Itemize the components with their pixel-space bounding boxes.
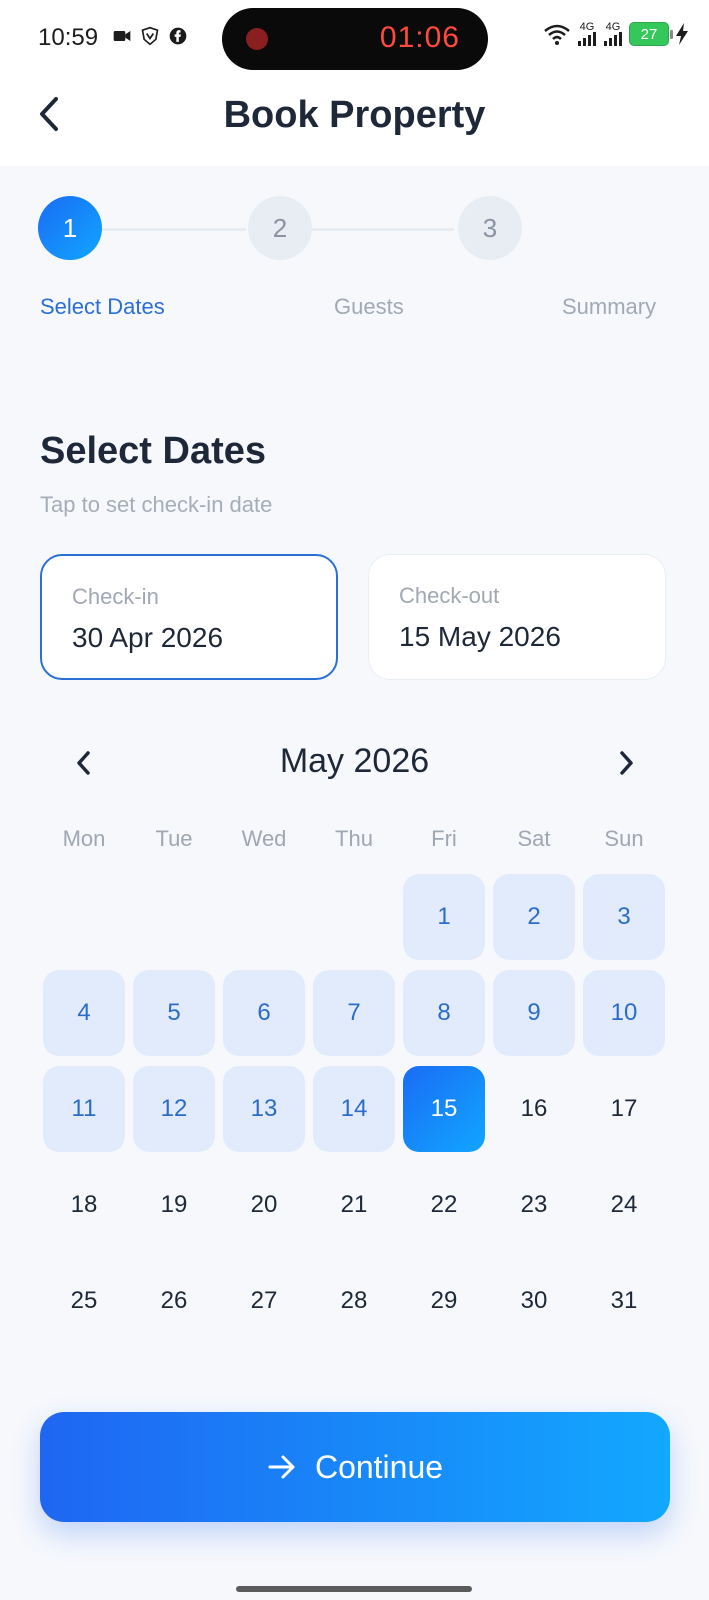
- calendar-day-11[interactable]: 11: [43, 1066, 125, 1152]
- chevron-right-icon: [620, 751, 633, 775]
- weekday-sat: Sat: [517, 826, 551, 851]
- status-time: 10:59: [38, 24, 99, 51]
- calendar-day-31[interactable]: 31: [583, 1258, 665, 1344]
- home-indicator: [236, 1586, 472, 1592]
- section-title: Select Dates: [40, 430, 267, 472]
- checkout-card[interactable]: Check-out 15 May 2026: [368, 554, 666, 680]
- calendar-day-25[interactable]: 25: [43, 1258, 125, 1344]
- step-2-number: 2: [272, 212, 288, 243]
- network-label-1: 4G: [579, 21, 595, 33]
- calendar-day-6[interactable]: 6: [223, 970, 305, 1056]
- calendar-day-18[interactable]: 18: [43, 1162, 125, 1248]
- calendar-day-23[interactable]: 23: [493, 1162, 575, 1248]
- step-connector-1: [102, 228, 246, 231]
- weekday-sun: Sun: [604, 826, 644, 851]
- calendar-day-27[interactable]: 27: [223, 1258, 305, 1344]
- calendar-day-24[interactable]: 24: [583, 1162, 665, 1248]
- calendar-day-15[interactable]: 15: [403, 1066, 485, 1152]
- calendar-day-16[interactable]: 16: [493, 1066, 575, 1152]
- calendar-day-21[interactable]: 21: [313, 1162, 395, 1248]
- record-dot-icon: [246, 28, 268, 50]
- weekday-thu: Thu: [335, 826, 373, 851]
- calendar-day-9[interactable]: 9: [493, 970, 575, 1056]
- checkin-label: Check-in: [72, 584, 159, 609]
- step-3-circle[interactable]: 3: [458, 196, 522, 260]
- calendar-day-22[interactable]: 22: [403, 1162, 485, 1248]
- weekday-tue: Tue: [155, 826, 193, 851]
- calendar-day-10[interactable]: 10: [583, 970, 665, 1056]
- step-1-number: 1: [62, 212, 78, 243]
- continue-button[interactable]: Continue: [40, 1412, 670, 1522]
- status-notification-icons: [112, 26, 188, 46]
- battery-level: 27: [640, 25, 658, 43]
- recording-timer: 01:06: [379, 21, 460, 54]
- next-month-button[interactable]: [606, 738, 646, 788]
- checkin-card[interactable]: Check-in 30 Apr 2026: [40, 554, 338, 680]
- calendar-day-13[interactable]: 13: [223, 1066, 305, 1152]
- calendar-day-20[interactable]: 20: [223, 1162, 305, 1248]
- video-camera-icon: [113, 31, 131, 41]
- calendar-day-5[interactable]: 5: [133, 970, 215, 1056]
- signal-4g-1-icon: 4G: [577, 22, 597, 46]
- charging-bolt-icon: [676, 23, 688, 45]
- step-3-label: Summary: [562, 294, 657, 319]
- calendar-day-19[interactable]: 19: [133, 1162, 215, 1248]
- weekday-fri: Fri: [431, 826, 457, 851]
- network-label-2: 4G: [605, 21, 621, 33]
- calendar-day-2[interactable]: 2: [493, 874, 575, 960]
- calendar-day-28[interactable]: 28: [313, 1258, 395, 1344]
- app-header: Book Property: [0, 78, 709, 166]
- section-subtitle: Tap to set check-in date: [40, 492, 273, 517]
- step-1-circle[interactable]: 1: [38, 196, 102, 260]
- booking-stepper: 1 2 3 Select Dates Guests Summary: [0, 166, 709, 319]
- weekday-wed: Wed: [241, 826, 287, 851]
- battery-icon: 27: [629, 22, 673, 46]
- calendar-day-4[interactable]: 4: [43, 970, 125, 1056]
- facebook-icon: [169, 27, 187, 45]
- status-bar: 10:59 01:06 4G 4G 27: [0, 0, 709, 78]
- signal-4g-2-icon: 4G: [603, 22, 623, 46]
- calendar-day-14[interactable]: 14: [313, 1066, 395, 1152]
- calendar-day-29[interactable]: 29: [403, 1258, 485, 1344]
- step-2-label: Guests: [334, 294, 404, 319]
- calendar-day-1[interactable]: 1: [403, 874, 485, 960]
- weekday-mon: Mon: [62, 826, 106, 851]
- step-1-label: Select Dates: [40, 294, 165, 319]
- calendar-day-26[interactable]: 26: [133, 1258, 215, 1344]
- page-title: Book Property: [223, 94, 486, 136]
- step-3-number: 3: [482, 212, 498, 243]
- continue-label: Continue: [314, 1448, 444, 1485]
- status-system-icons: 4G 4G 27: [543, 22, 689, 46]
- arrow-right-icon: [268, 1455, 295, 1479]
- calendar-month-title: May 2026: [279, 742, 430, 780]
- shield-icon: [141, 26, 159, 46]
- checkout-label: Check-out: [399, 583, 500, 608]
- calendar-day-17[interactable]: 17: [583, 1066, 665, 1152]
- step-2-circle[interactable]: 2: [248, 196, 312, 260]
- calendar-day-3[interactable]: 3: [583, 874, 665, 960]
- calendar-day-8[interactable]: 8: [403, 970, 485, 1056]
- checkin-value: 30 Apr 2026: [72, 622, 224, 653]
- wifi-icon: [544, 24, 570, 45]
- recording-pill: 01:06: [222, 8, 488, 70]
- calendar-day-30[interactable]: 30: [493, 1258, 575, 1344]
- checkout-value: 15 May 2026: [399, 621, 561, 652]
- calendar-day-12[interactable]: 12: [133, 1066, 215, 1152]
- calendar-day-7[interactable]: 7: [313, 970, 395, 1056]
- step-connector-2: [310, 228, 454, 231]
